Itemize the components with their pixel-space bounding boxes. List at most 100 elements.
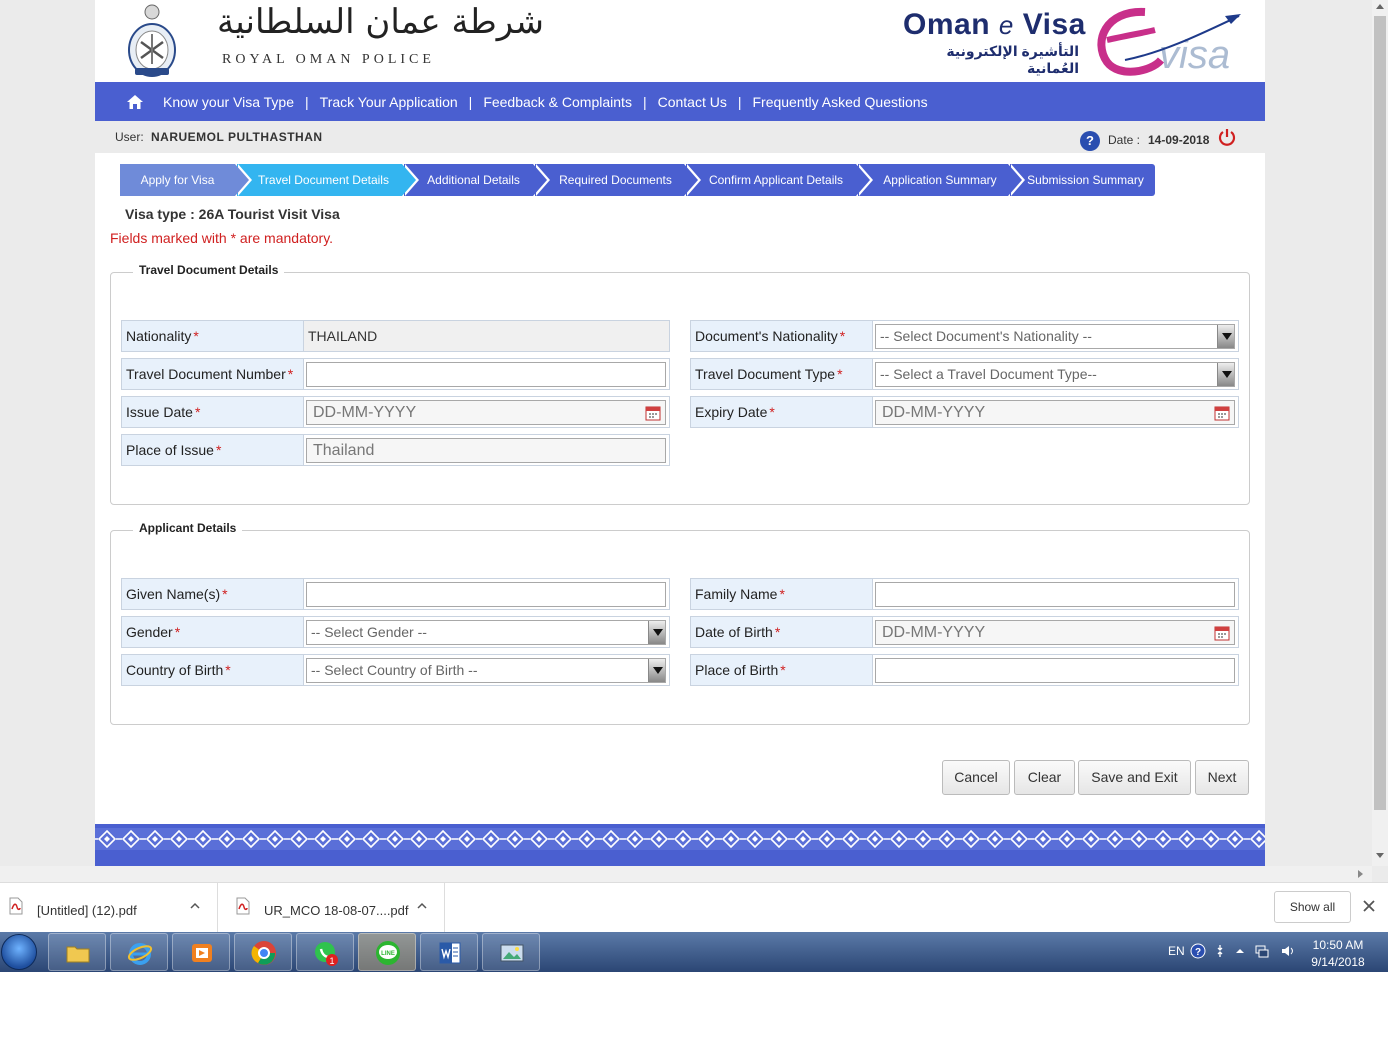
- date-label: Date :: [1108, 133, 1141, 147]
- start-button-icon[interactable]: [1, 934, 37, 970]
- picture-viewer-icon: [500, 944, 524, 962]
- gender-select[interactable]: -- Select Gender --: [306, 620, 666, 645]
- taskbar-internet-explorer[interactable]: [110, 933, 168, 971]
- taskbar-file-explorer[interactable]: [48, 933, 106, 971]
- chevron-down-icon[interactable]: [648, 659, 665, 682]
- nav-feedback-complaints[interactable]: Feedback & Complaints: [483, 94, 632, 110]
- network-arrows-icon[interactable]: [1212, 943, 1228, 959]
- show-all-downloads-button[interactable]: Show all: [1274, 891, 1351, 923]
- date-of-birth-cell: DD-MM-YYYY: [873, 617, 1238, 647]
- chevron-up-icon[interactable]: [417, 901, 427, 911]
- close-icon[interactable]: [1362, 899, 1376, 913]
- download-item[interactable]: UR_MCO 18-08-07....pdf: [227, 883, 445, 933]
- chevron-up-icon[interactable]: [190, 901, 200, 911]
- place-of-birth-label: Place of Birth *: [691, 655, 873, 685]
- date-value: 14-09-2018: [1148, 133, 1210, 147]
- issue-date-input[interactable]: DD-MM-YYYY: [306, 400, 666, 425]
- save-and-exit-button[interactable]: Save and Exit: [1078, 760, 1191, 795]
- taskbar-media-player[interactable]: [172, 933, 230, 971]
- cancel-button[interactable]: Cancel: [942, 760, 1010, 795]
- step-label: Required Documents: [559, 173, 672, 187]
- step-label: Apply for Visa: [140, 173, 215, 187]
- travel-document-type-select[interactable]: -- Select a Travel Document Type--: [875, 362, 1235, 387]
- country-of-birth-select[interactable]: -- Select Country of Birth --: [306, 658, 666, 683]
- scroll-right-icon[interactable]: [1358, 870, 1363, 878]
- travel-document-number-input[interactable]: [306, 362, 666, 387]
- taskbar-word[interactable]: [420, 933, 478, 971]
- place-of-issue-input[interactable]: Thailand: [306, 438, 666, 463]
- scrollbar-thumb[interactable]: [1374, 16, 1386, 810]
- nav-know-visa-type[interactable]: Know your Visa Type: [163, 94, 294, 110]
- police-arabic-title: شرطة عمان السلطانية: [217, 2, 545, 42]
- horizontal-scrollbar[interactable]: [0, 866, 1372, 882]
- calendar-icon[interactable]: [645, 405, 661, 421]
- chevron-down-icon[interactable]: [1217, 363, 1234, 386]
- given-name-label: Given Name(s) *: [122, 579, 304, 609]
- download-item[interactable]: [Untitled] (12).pdf: [0, 883, 218, 933]
- step-apply-for-visa[interactable]: Apply for Visa: [120, 164, 252, 196]
- network-icon[interactable]: [1254, 943, 1270, 959]
- calendar-icon[interactable]: [1214, 405, 1230, 421]
- chevron-down-icon[interactable]: [648, 621, 665, 644]
- family-name-label: Family Name *: [691, 579, 873, 609]
- logout-power-icon[interactable]: [1217, 127, 1237, 147]
- label-text: Country of Birth: [126, 662, 224, 678]
- line-app-icon: LINE: [376, 941, 400, 965]
- chrome-icon: [251, 941, 276, 965]
- clear-button[interactable]: Clear: [1014, 760, 1075, 795]
- calendar-icon[interactable]: [1214, 625, 1230, 641]
- date-of-birth-input[interactable]: DD-MM-YYYY: [875, 620, 1235, 645]
- expiry-date-cell: DD-MM-YYYY: [873, 397, 1238, 427]
- volume-icon[interactable]: [1280, 943, 1296, 959]
- next-button[interactable]: Next: [1195, 760, 1249, 795]
- label-text: Travel Document Number: [126, 366, 286, 382]
- label-text: Issue Date: [126, 404, 193, 420]
- placeholder-text: DD-MM-YYYY: [313, 404, 417, 421]
- tray-expand-icon[interactable]: [1232, 943, 1248, 959]
- tray-language[interactable]: EN: [1168, 944, 1185, 958]
- tray-date[interactable]: 9/14/2018: [1306, 955, 1370, 969]
- given-name-input[interactable]: [306, 582, 666, 607]
- taskbar-picture-viewer[interactable]: [482, 933, 540, 971]
- nationality-row: Nationality * THAILAND: [121, 320, 670, 352]
- place-of-birth-row: Place of Birth *: [690, 654, 1239, 686]
- svg-text:visa: visa: [1159, 33, 1230, 76]
- step-application-summary[interactable]: Application Summary: [858, 164, 1025, 196]
- travel-document-number-row: Travel Document Number *: [121, 358, 670, 390]
- family-name-input[interactable]: [875, 582, 1235, 607]
- help-icon[interactable]: ?: [1080, 131, 1100, 151]
- nationality-value-cell: THAILAND: [304, 321, 669, 351]
- expiry-date-input[interactable]: DD-MM-YYYY: [875, 400, 1235, 425]
- vertical-scrollbar[interactable]: [1372, 0, 1388, 866]
- home-icon[interactable]: [125, 92, 145, 112]
- scroll-up-icon[interactable]: [1376, 4, 1384, 9]
- pdf-file-icon: [9, 897, 23, 915]
- evisa-logo-icon: visa: [1097, 7, 1241, 76]
- chevron-down-icon[interactable]: [1217, 325, 1234, 348]
- taskbar-chrome[interactable]: [234, 933, 292, 971]
- issue-date-label: Issue Date *: [122, 397, 304, 427]
- nav-track-application[interactable]: Track Your Application: [320, 94, 458, 110]
- family-name-row: Family Name *: [690, 578, 1239, 610]
- required-mark: *: [287, 366, 294, 382]
- taskbar-whatsapp[interactable]: 1: [296, 933, 354, 971]
- royal-oman-police-emblem-icon: [128, 4, 176, 77]
- nav-contact-us[interactable]: Contact Us: [658, 94, 727, 110]
- step-travel-document-details[interactable]: Travel Document Details: [237, 164, 419, 196]
- place-of-birth-input[interactable]: [875, 658, 1235, 683]
- step-submission-summary[interactable]: Submission Summary: [1010, 164, 1155, 196]
- nav-separator: |: [642, 93, 647, 110]
- scroll-down-icon[interactable]: [1376, 853, 1384, 858]
- step-confirm-applicant-details[interactable]: Confirm Applicant Details: [686, 164, 873, 196]
- step-additional-details[interactable]: Additional Details: [404, 164, 550, 196]
- document-nationality-row: Document's Nationality * -- Select Docume…: [690, 320, 1239, 352]
- browser-viewport: شرطة عمان السلطانية ROYAL OMAN POLICE Om…: [0, 0, 1388, 882]
- document-nationality-select[interactable]: -- Select Document's Nationality --: [875, 324, 1235, 349]
- nav-faq[interactable]: Frequently Asked Questions: [752, 94, 927, 110]
- step-required-documents[interactable]: Required Documents: [535, 164, 701, 196]
- police-english-title: ROYAL OMAN POLICE: [222, 52, 435, 67]
- tray-time[interactable]: 10:50 AM: [1312, 938, 1364, 952]
- taskbar-line[interactable]: LINE: [358, 933, 416, 971]
- select-value: -- Select Document's Nationality --: [880, 328, 1092, 344]
- help-icon[interactable]: ?: [1190, 943, 1206, 959]
